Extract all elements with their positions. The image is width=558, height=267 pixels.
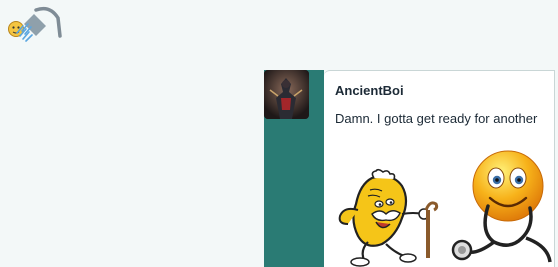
- username-link[interactable]: AncientBoi: [335, 83, 404, 98]
- page-root: AncientBoi Damn. I gotta get ready for a…: [0, 0, 558, 267]
- shower-emoji-icon: [8, 6, 62, 42]
- message-card: AncientBoi Damn. I gotta get ready for a…: [324, 70, 555, 267]
- old-peanut-cane-icon: [338, 168, 439, 267]
- avatar-image: [264, 70, 309, 119]
- message-text: Damn. I gotta get ready for another: [335, 111, 538, 126]
- avatar[interactable]: [264, 70, 309, 119]
- doctor-smiley-stethoscope-icon: [451, 150, 552, 263]
